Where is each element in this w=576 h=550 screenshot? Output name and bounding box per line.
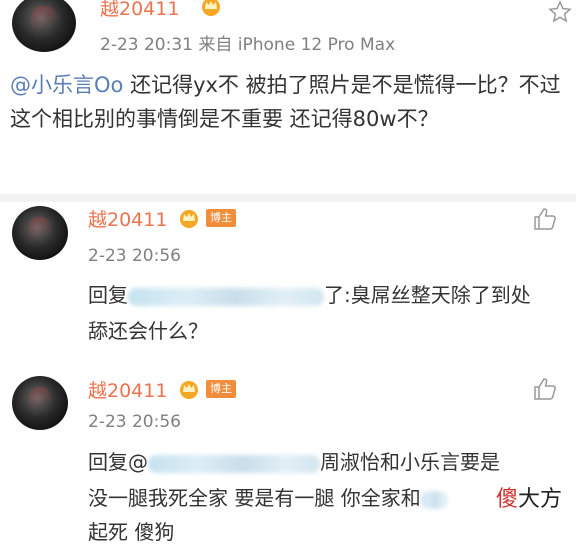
- watermark-red-char: 傻: [495, 487, 518, 512]
- reply-body: 了:臭屌丝整天除了到处: [324, 283, 531, 307]
- post-meta: 2-23 20:31 来自 iPhone 12 Pro Max: [100, 35, 396, 55]
- redacted-text: [420, 490, 447, 509]
- post-content: @小乐言Oo 还记得yx不 被拍了照片是不是慌得一比？不过这个相比别的事情倒是不…: [10, 68, 566, 136]
- star-outline-icon[interactable]: [548, 0, 572, 24]
- reply-body: 周淑怡和小乐言要是: [320, 450, 500, 474]
- redacted-username: [148, 454, 320, 473]
- comment-avatar[interactable]: [12, 206, 68, 260]
- blogger-badge: 博主: [206, 209, 236, 227]
- thumbs-up-icon[interactable]: [532, 376, 558, 402]
- comment-time: 2-23 20:56: [88, 412, 181, 432]
- watermark-rest: 大方: [517, 487, 562, 512]
- thumbs-up-icon[interactable]: [532, 206, 558, 232]
- vip-crown-icon: [180, 210, 198, 228]
- vip-crown-icon: [180, 381, 198, 399]
- reply-prefix: 回复: [88, 283, 128, 307]
- watermark: 傻大方: [493, 481, 564, 513]
- blogger-badge: 博主: [206, 380, 236, 398]
- comment-text: 回复 了:臭屌丝整天除了到处: [88, 277, 531, 313]
- comment-time: 2-23 20:56: [88, 246, 181, 266]
- section-divider: [0, 194, 576, 202]
- post-author-name[interactable]: 越20411: [100, 0, 179, 21]
- comment-text: 回复@ 周淑怡和小乐言要是: [88, 444, 500, 480]
- comment-avatar[interactable]: [12, 376, 68, 430]
- post-author-avatar[interactable]: [12, 0, 76, 52]
- comment-text-line2: 舔还会什么？: [88, 319, 208, 343]
- comment-text-line2: 没一腿我死全家 要是有一腿 你全家和: [88, 480, 447, 516]
- comment-author-name[interactable]: 越20411: [88, 376, 167, 403]
- reply-prefix: 回复@: [88, 450, 148, 474]
- comment-line2-text: 没一腿我死全家 要是有一腿 你全家和: [88, 486, 421, 510]
- comment-author-name[interactable]: 越20411: [88, 205, 167, 232]
- vip-crown-icon: [202, 0, 220, 16]
- redacted-username: [128, 287, 324, 306]
- comment-text-line3: 起死 傻狗: [88, 520, 175, 544]
- mention-link[interactable]: @小乐言Oo: [10, 73, 123, 97]
